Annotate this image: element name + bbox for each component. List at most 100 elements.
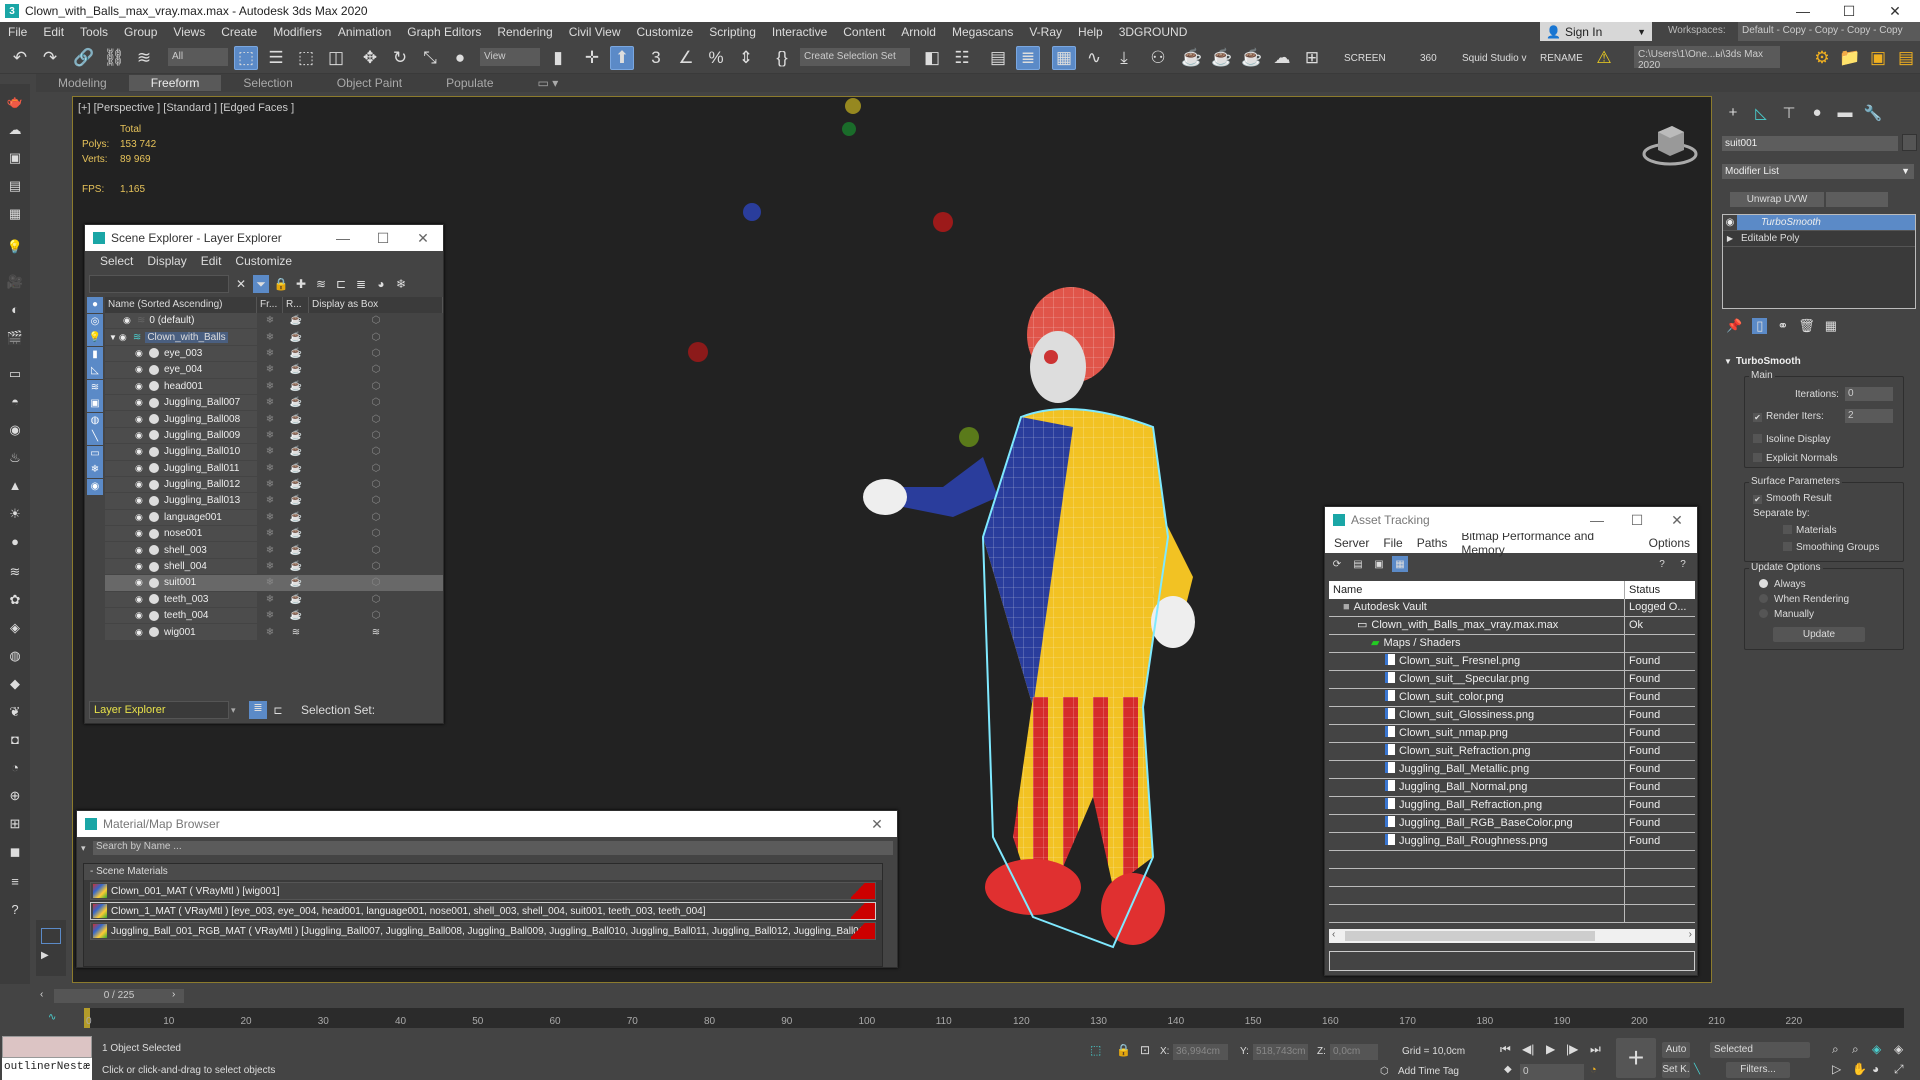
mirror-icon[interactable]: ◧ [920,46,944,70]
display-box-icon[interactable]: ⬡ [309,397,443,408]
cloud-icon[interactable]: ☁ [6,122,24,140]
object-row[interactable]: ◉ language001 ❄ ☕ ⬡ [105,509,443,527]
project-settings-icon[interactable]: ⚙ [1810,46,1834,70]
freeze-icon[interactable]: ❄ [257,545,283,556]
vray-proxy-icon[interactable]: ≋ [6,564,24,582]
asset-row[interactable]: Clown_suit_color.png Found [1329,689,1695,707]
zoom-all-icon[interactable]: ⌕ [1852,1042,1859,1057]
object-row[interactable]: ◉ teeth_004 ❄ ☕ ⬡ [105,608,443,625]
add-time-tag-button[interactable]: Add Time Tag [1398,1066,1459,1077]
modify-tab-icon[interactable]: ◺ [1750,104,1772,126]
asset-tracking-titlebar[interactable]: Asset Tracking — ☐ ✕ [1325,507,1697,533]
asset-row[interactable]: Clown_suit_ Fresnel.png Found [1329,653,1695,671]
renderable-icon[interactable]: ☕ [283,332,309,343]
menu-create[interactable]: Create [213,25,265,39]
menu-paths[interactable]: Paths [1410,536,1455,550]
display-box-icon[interactable]: ⬡ [309,332,443,343]
rollout-header[interactable]: ▼ TurboSmooth [1724,356,1801,367]
go-to-start-icon[interactable]: ⏮ [1500,1042,1511,1057]
object-name-cell[interactable]: ◉ Juggling_Ball012 [105,476,257,493]
display-box-icon[interactable]: ⬡ [309,381,443,392]
sphere-light-icon[interactable]: ◉ [6,422,24,440]
show-end-result-icon[interactable]: ▯ [1752,318,1768,334]
freeze-icon[interactable]: ❄ [257,577,283,588]
menu-options[interactable]: Options [1642,536,1697,550]
geometry-filter-icon[interactable]: ● [87,297,103,313]
object-row[interactable]: ◉ shell_004 ❄ ☕ ⬡ [105,558,443,576]
thumbnail-view-icon[interactable]: ▣ [1371,556,1387,572]
ies-light-icon[interactable]: ● [6,534,24,552]
layer-explorer-icon[interactable]: ≣ [249,701,267,719]
material-editor-icon[interactable]: ⚇ [1146,46,1170,70]
maximize-viewport-icon[interactable]: ⤢ [1894,1062,1904,1077]
maxscript-output[interactable] [2,1036,92,1058]
vray-plane-icon[interactable]: ◈ [6,620,24,638]
previous-frame-icon[interactable]: ◀| [1522,1042,1534,1056]
display-box-icon[interactable]: ⬡ [309,479,443,490]
horizontal-scrollbar[interactable]: ‹ › [1329,929,1695,943]
object-row[interactable]: ◉ Juggling_Ball013 ❄ ☕ ⬡ [105,493,443,510]
eye-icon[interactable]: ◉ [135,479,147,490]
project-folder-dropdown[interactable]: C:\Users\1\One...ы\3ds Max 2020 [1634,46,1780,71]
menu-megascans[interactable]: Megascans [944,25,1021,39]
renderable-icon[interactable]: ☕ [283,610,309,621]
rectangular-selection-icon[interactable]: ⬚ [294,46,318,70]
project-structure-icon[interactable]: ▤ [1894,46,1918,70]
display-box-icon[interactable]: ⬡ [309,561,443,572]
freeze-icon[interactable]: ❄ [257,512,283,523]
table-icon[interactable]: ▦ [6,206,24,224]
close-button[interactable]: ✕ [857,811,897,837]
freeze-icon[interactable]: ❄ [257,610,283,621]
xrefs-filter-icon[interactable]: ◍ [87,412,103,429]
renderable-icon[interactable]: ☕ [283,364,309,375]
eye-icon[interactable]: ◉ [135,463,147,474]
menu-file[interactable]: File [1376,536,1409,550]
always-radio[interactable]: Always [1759,579,1806,590]
refresh-icon[interactable]: ⟳ [1329,556,1345,572]
maximize-button[interactable]: ☐ [1826,0,1872,22]
minimize-button[interactable]: — [323,225,363,251]
helpers-filter-icon[interactable]: ◺ [87,363,103,379]
close-button[interactable]: ✕ [403,225,443,251]
menu-file[interactable]: File [0,25,35,39]
window-crossing-icon[interactable]: ◫ [324,46,348,70]
render-iters-checkbox[interactable]: ✔ Render Iters: [1753,411,1824,422]
configure-modifier-sets-icon[interactable]: ▦ [1825,318,1837,334]
menu-interactive[interactable]: Interactive [764,25,835,39]
cameras-filter-icon[interactable]: ▮ [87,346,103,363]
hide-layer-icon[interactable]: ◕ [373,275,389,293]
asset-row[interactable]: Clown_suit__Specular.png Found [1329,671,1695,689]
object-row[interactable]: ◉ Juggling_Ball011 ❄ ☕ ⬡ [105,460,443,477]
undo-icon[interactable]: ↶ [8,46,32,70]
time-slider[interactable]: 0 / 225 [54,989,184,1003]
zoom-icon[interactable]: ⌕ [1832,1042,1839,1057]
align-icon[interactable]: ☷ [950,46,974,70]
vault-help-icon[interactable]: ? [1675,556,1691,572]
selection-lock-icon[interactable]: 🔒 [1116,1043,1131,1057]
update-button[interactable]: Update [1773,627,1865,642]
freeze-icon[interactable]: ❄ [257,495,283,506]
set-key-icon[interactable]: + [1616,1038,1656,1078]
key-mode-icon[interactable]: ◆ [1504,1064,1512,1075]
spacewarps-filter-icon[interactable]: ≋ [87,379,103,396]
z-coordinate-field[interactable]: 0,0cm [1330,1044,1378,1060]
smooth-result-checkbox[interactable]: ✔ Smooth Result [1753,493,1832,504]
object-name-cell[interactable]: ◉ teeth_003 [105,591,257,608]
shapes-filter-icon[interactable]: ◎ [87,313,103,330]
material-search-input[interactable]: Search by Name ... [93,841,893,855]
vray-vfb-icon[interactable]: ◼ [6,844,24,862]
freeze-icon[interactable]: ❄ [257,332,283,343]
menu-edit[interactable]: Edit [35,25,72,39]
freeze-icon[interactable]: ❄ [257,430,283,441]
material-item[interactable]: Clown_1_MAT ( VRayMtl ) [eye_003, eye_00… [90,902,876,920]
menu-modifiers[interactable]: Modifiers [265,25,330,39]
viewport-label-menu[interactable]: [+] [Perspective ] [Standard ] [Edged Fa… [78,102,294,114]
list-view-icon[interactable]: ▤ [1350,556,1366,572]
render-frame-icon[interactable]: ▣ [6,150,24,168]
asset-path-field[interactable] [1329,951,1695,971]
spinner-snap-icon[interactable]: ⇕ [734,46,758,70]
column-frozen[interactable]: Fr... [257,297,283,313]
renderable-icon[interactable]: ☕ [283,495,309,506]
display-box-icon[interactable]: ⬡ [309,463,443,474]
when-rendering-radio[interactable]: When Rendering [1759,594,1849,605]
